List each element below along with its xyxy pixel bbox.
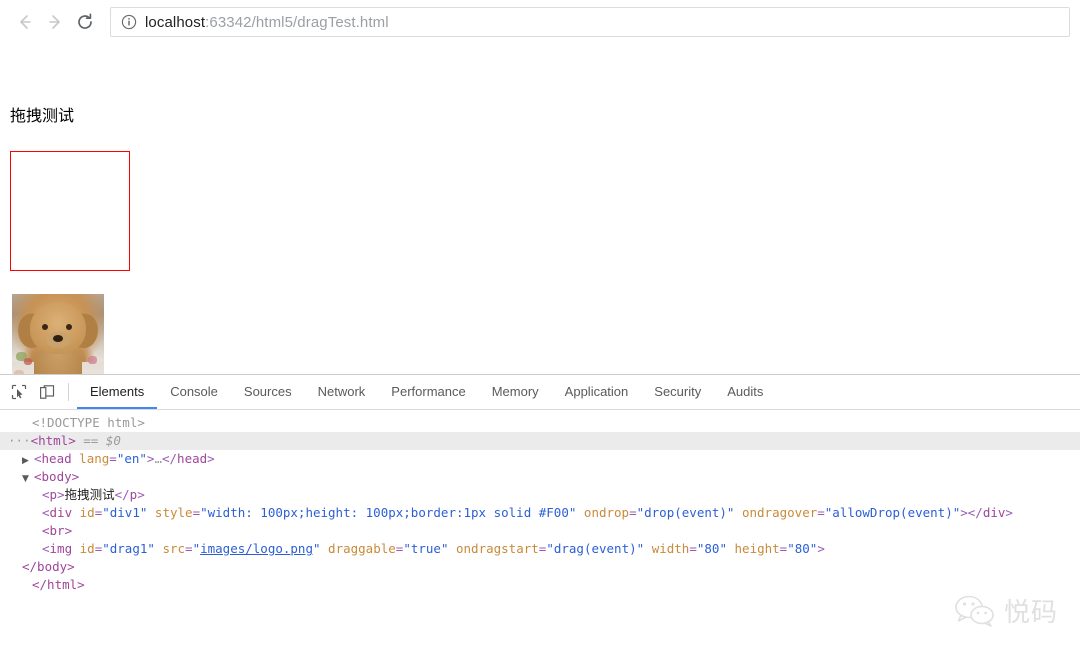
toolbar-divider <box>68 383 69 401</box>
tab-elements[interactable]: Elements <box>77 375 158 409</box>
forward-arrow-icon <box>49 15 60 29</box>
img-id-value: "drag1" <box>102 541 155 556</box>
page-heading: 拖拽测试 <box>10 106 75 125</box>
collapse-dots: ··· <box>8 433 31 448</box>
background-speck <box>88 356 97 364</box>
browser-toolbar: localhost:63342/html5/dragTest.html <box>0 0 1080 44</box>
dom-row-div[interactable]: <div id="div1" style="width: 100px;heigh… <box>0 504 1080 522</box>
div-tag-name: div <box>49 505 73 520</box>
head-tag-name: head <box>41 451 72 466</box>
watermark: 悦码 <box>954 592 1058 629</box>
dom-row-p[interactable]: <p>拖拽测试</p> <box>0 486 1080 504</box>
img-height-attr: height <box>734 541 780 556</box>
tab-application[interactable]: Application <box>552 375 642 409</box>
url-host: localhost <box>145 13 206 31</box>
img-height-value: "80" <box>787 541 818 556</box>
back-arrow-icon <box>20 15 31 29</box>
body-close-tag: </body> <box>22 559 75 574</box>
p-text-node: 拖拽测试 <box>64 487 115 502</box>
img-src-attr: src <box>162 541 186 556</box>
dom-row-body-close[interactable]: </body> <box>0 558 1080 576</box>
dom-row-br[interactable]: <br> <box>0 522 1080 540</box>
tab-memory[interactable]: Memory <box>479 375 552 409</box>
puppy-eye-right <box>66 324 72 330</box>
address-bar[interactable]: localhost:63342/html5/dragTest.html <box>110 7 1070 37</box>
tab-sources[interactable]: Sources <box>231 375 305 409</box>
img-ondragstart-attr: ondragstart <box>456 541 539 556</box>
watermark-text: 悦码 <box>1003 598 1058 628</box>
div-ondrop-attr: ondrop <box>583 505 630 520</box>
expand-triangle-expanded-icon[interactable]: ▼ <box>22 470 34 486</box>
div-style-value: "width: 100px;height: 100px;border:1px s… <box>200 505 577 520</box>
img-width-value: "80" <box>696 541 727 556</box>
div-style-attr: style <box>154 505 193 520</box>
draggable-puppy-image[interactable] <box>12 294 104 374</box>
puppy-eye-left <box>42 324 48 330</box>
head-lang-attr: lang <box>79 451 110 466</box>
info-circle-icon <box>121 14 137 30</box>
dom-row-html-close[interactable]: </html> <box>0 576 1080 594</box>
puppy-nose <box>53 335 63 342</box>
tab-performance[interactable]: Performance <box>378 375 478 409</box>
dom-row-doctype: <!DOCTYPE html> <box>0 414 1080 432</box>
device-toolbar-icon <box>40 385 55 399</box>
selected-node-marker: == $0 <box>83 433 121 448</box>
div-id-attr: id <box>79 505 95 520</box>
img-ondragstart-value: "drag(event)" <box>546 541 645 556</box>
div-id-value: "div1" <box>102 505 148 520</box>
devtools-tab-bar: Elements Console Sources Network Perform… <box>0 375 1080 410</box>
dom-row-body-open[interactable]: ▼ <body> <box>0 468 1080 486</box>
inspect-cursor-icon <box>11 384 27 400</box>
div-ondragover-value: "allowDrop(event)" <box>824 505 961 520</box>
site-info-icon[interactable] <box>121 14 137 30</box>
img-tag-name: img <box>49 541 73 556</box>
img-draggable-value: "true" <box>403 541 449 556</box>
dom-row-img[interactable]: <img id="drag1" src="images/logo.png" dr… <box>0 540 1080 558</box>
drop-zone-div[interactable] <box>10 151 130 271</box>
toggle-device-toolbar-button[interactable] <box>34 379 60 405</box>
reload-icon <box>78 13 92 29</box>
div-close-tag-name: div <box>982 505 1006 520</box>
head-lang-value: "en" <box>116 451 147 466</box>
body-open-tag: <body> <box>34 469 80 484</box>
head-close-tag-name: head <box>177 451 208 466</box>
dom-tree[interactable]: <!DOCTYPE html> ···<html> == $0 ▶ <head l… <box>0 410 1080 594</box>
img-id-attr: id <box>79 541 95 556</box>
tab-audits[interactable]: Audits <box>714 375 776 409</box>
img-draggable-attr: draggable <box>328 541 396 556</box>
reload-button[interactable] <box>70 7 100 37</box>
html-open-tag: <html> <box>30 433 76 448</box>
tab-console[interactable]: Console <box>157 375 231 409</box>
back-button[interactable] <box>10 7 40 37</box>
html-close-tag: </html> <box>32 577 85 592</box>
dom-row-html-open[interactable]: ···<html> == $0 <box>0 432 1080 450</box>
background-speck <box>24 358 32 365</box>
inspect-element-button[interactable] <box>6 379 32 405</box>
expand-triangle-collapsed-icon[interactable]: ▶ <box>22 452 34 468</box>
div-ondrop-value: "drop(event)" <box>636 505 735 520</box>
img-width-attr: width <box>651 541 690 556</box>
url-path: :63342/html5/dragTest.html <box>205 13 389 31</box>
devtools-panel: Elements Console Sources Network Perform… <box>0 374 1080 647</box>
p-tag-name: p <box>49 487 58 502</box>
address-bar-text: localhost:63342/html5/dragTest.html <box>145 14 389 31</box>
div-ondragover-attr: ondragover <box>741 505 818 520</box>
page-viewport: 拖拽测试 <box>0 44 1080 374</box>
doctype-text: <!DOCTYPE html> <box>32 415 145 430</box>
br-tag: <br> <box>42 523 73 538</box>
puppy-photo <box>12 294 104 374</box>
img-src-value-link[interactable]: images/logo.png <box>200 541 313 556</box>
tab-network[interactable]: Network <box>305 375 379 409</box>
dom-row-head[interactable]: ▶ <head lang="en">…</head> <box>0 450 1080 468</box>
tab-security[interactable]: Security <box>641 375 714 409</box>
forward-button[interactable] <box>40 7 70 37</box>
wechat-icon <box>955 595 994 627</box>
